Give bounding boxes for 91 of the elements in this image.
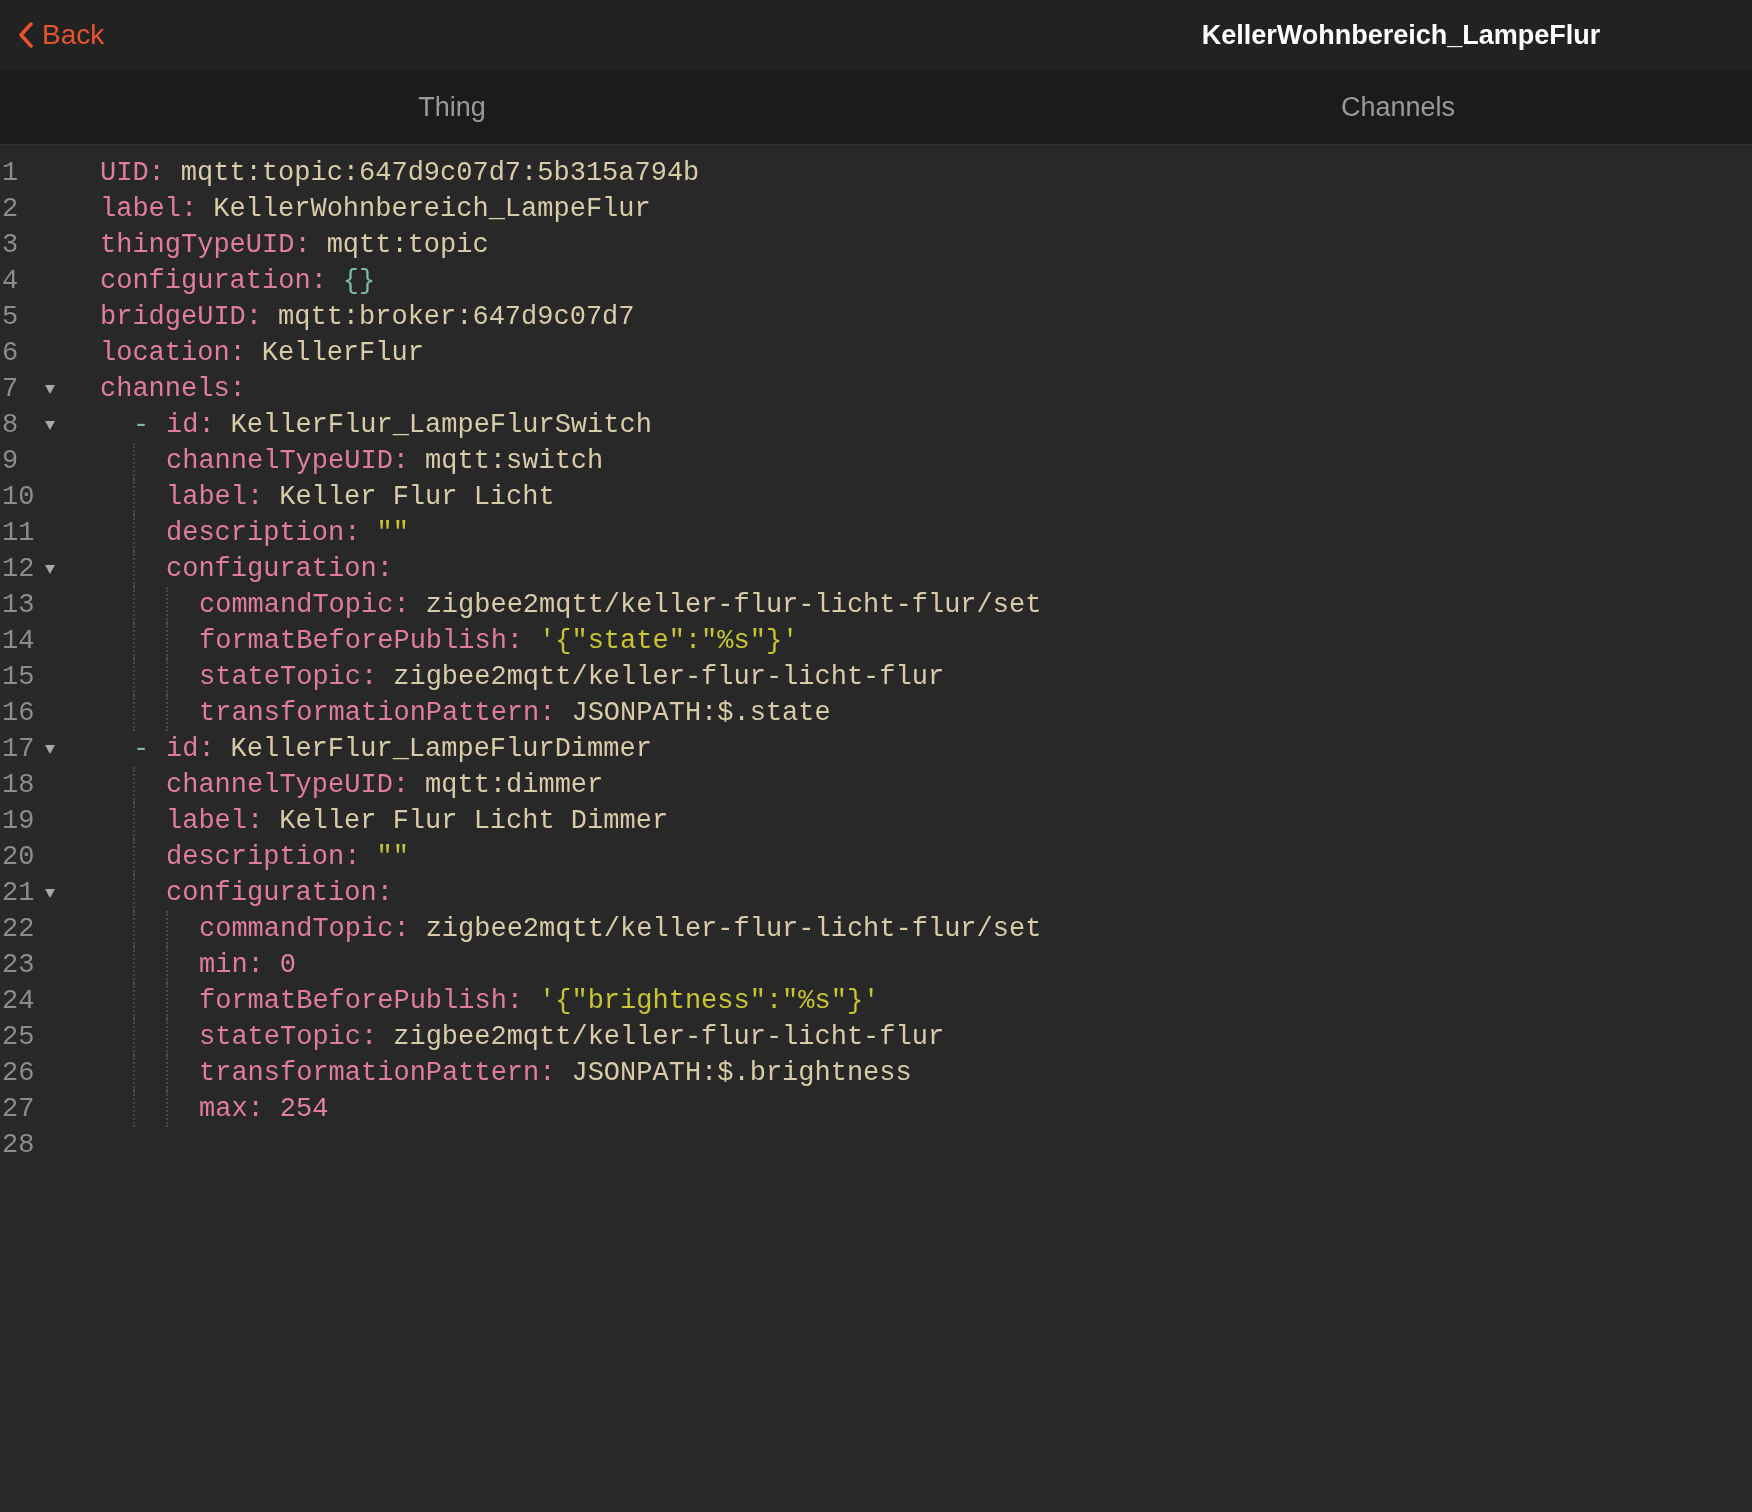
yaml-key: location: — [100, 338, 246, 368]
yaml-value: mqtt:broker:647d9c07d7 — [278, 302, 635, 332]
yaml-value: KellerWohnbereich_LampeFlur — [213, 194, 651, 224]
yaml-value: KellerFlur — [261, 338, 424, 368]
fold-down-arrow-icon[interactable] — [44, 743, 56, 755]
line-number: 20 — [1, 842, 36, 872]
line-number: 24 — [1, 986, 36, 1016]
line-number: 2 — [1, 194, 20, 224]
yaml-value: {} — [342, 266, 376, 296]
line-number: 4 — [1, 266, 20, 296]
yaml-key: description: — [166, 842, 361, 872]
fold-down-arrow-icon[interactable] — [44, 419, 56, 431]
line-number: 10 — [1, 482, 36, 512]
yaml-value: mqtt:switch — [425, 446, 604, 476]
yaml-value: '{"brightness":"%s"}' — [539, 986, 880, 1016]
yaml-value: zigbee2mqtt/keller-flur-licht-flur/set — [425, 914, 1042, 944]
line-number: 5 — [1, 302, 20, 332]
yaml-key: max: — [199, 1094, 264, 1124]
yaml-key: configuration: — [166, 878, 393, 908]
yaml-key: label: — [100, 194, 198, 224]
tab[interactable]: Channels — [876, 70, 1752, 144]
yaml-key: stateTopic: — [199, 662, 378, 692]
yaml-value: Keller Flur Licht — [279, 482, 555, 512]
yaml-value: 0 — [279, 950, 296, 980]
yaml-value: 254 — [279, 1094, 329, 1124]
line-number: 9 — [1, 446, 20, 476]
yaml-key: commandTopic: — [199, 590, 410, 620]
yaml-key: description: — [166, 518, 361, 548]
yaml-key: configuration: — [166, 554, 393, 584]
yaml-value: mqtt:dimmer — [425, 770, 604, 800]
yaml-value: KellerFlur_LampeFlurSwitch — [230, 410, 652, 440]
line-number: 23 — [1, 950, 36, 980]
yaml-key: min: — [199, 950, 264, 980]
list-dash: - — [133, 410, 150, 440]
yaml-value: "" — [376, 518, 409, 548]
yaml-key: id: — [166, 410, 215, 440]
line-number: 1 — [1, 158, 20, 188]
yaml-value: zigbee2mqtt/keller-flur-licht-flur — [393, 662, 945, 692]
yaml-value: zigbee2mqtt/keller-flur-licht-flur — [393, 1022, 945, 1052]
yaml-key: id: — [166, 734, 215, 764]
yaml-key: bridgeUID: — [100, 302, 263, 332]
yaml-key: label: — [166, 482, 264, 512]
line-number: 6 — [1, 338, 20, 368]
line-number: 26 — [1, 1058, 36, 1088]
line-number: 28 — [1, 1130, 36, 1160]
yaml-key: formatBeforePublish: — [199, 626, 524, 656]
line-number: 8 — [1, 410, 20, 440]
fold-down-arrow-icon[interactable] — [44, 383, 56, 395]
yaml-value: "" — [376, 842, 409, 872]
yaml-key: commandTopic: — [199, 914, 410, 944]
line-number: 22 — [1, 914, 36, 944]
line-number: 13 — [1, 590, 36, 620]
yaml-key: channelTypeUID: — [166, 446, 410, 476]
yaml-value: '{"state":"%s"}' — [539, 626, 799, 656]
yaml-key: label: — [166, 806, 264, 836]
yaml-key: channelTypeUID: — [166, 770, 410, 800]
yaml-key: formatBeforePublish: — [199, 986, 524, 1016]
line-number: 7 — [1, 374, 20, 404]
yaml-value: KellerFlur_LampeFlurDimmer — [230, 734, 652, 764]
list-dash: - — [133, 734, 150, 764]
yaml-key: configuration: — [100, 266, 327, 296]
line-number: 11 — [1, 518, 36, 548]
yaml-key: transformationPattern: — [199, 1058, 556, 1088]
line-number: 16 — [1, 698, 36, 728]
line-number: 17 — [1, 734, 36, 764]
page-title: KellerWohnbereich_LampeFlur — [1201, 19, 1601, 51]
yaml-value: mqtt:topic:647d9c07d7:5b315a794b — [180, 158, 700, 188]
line-number: 18 — [1, 770, 36, 800]
line-number: 25 — [1, 1022, 36, 1052]
yaml-value: mqtt:topic — [326, 230, 489, 260]
line-number: 21 — [1, 878, 36, 908]
yaml-key: stateTopic: — [199, 1022, 378, 1052]
yaml-key: transformationPattern: — [199, 698, 556, 728]
tab[interactable]: Thing — [0, 70, 876, 144]
yaml-key: thingTypeUID: — [100, 230, 311, 260]
fold-down-arrow-icon[interactable] — [44, 887, 56, 899]
line-number: 27 — [1, 1094, 36, 1124]
yaml-value: JSONPATH:$.brightness — [571, 1058, 912, 1088]
yaml-value: Keller Flur Licht Dimmer — [279, 806, 669, 836]
yaml-value: JSONPATH:$.state — [571, 698, 831, 728]
line-number: 3 — [1, 230, 20, 260]
back-button[interactable]: Back — [14, 15, 109, 55]
fold-down-arrow-icon[interactable] — [44, 563, 56, 575]
line-number: 15 — [1, 662, 36, 692]
line-number: 19 — [1, 806, 36, 836]
back-chevron-icon — [18, 22, 34, 48]
line-number: 14 — [1, 626, 36, 656]
yaml-key: channels: — [100, 374, 246, 404]
yaml-value: zigbee2mqtt/keller-flur-licht-flur/set — [425, 590, 1042, 620]
yaml-key: UID: — [100, 158, 165, 188]
line-number: 12 — [1, 554, 36, 584]
